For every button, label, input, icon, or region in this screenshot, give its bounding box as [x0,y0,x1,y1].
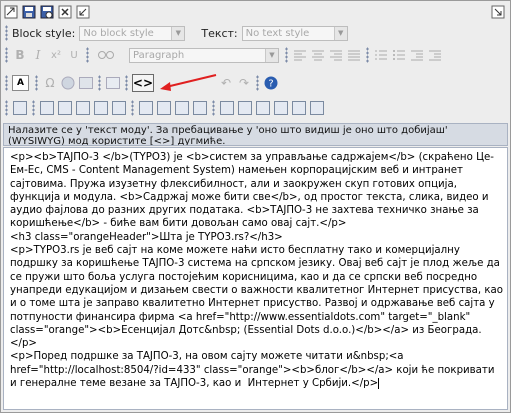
block-style-select[interactable]: No block style ▼ [79,25,186,41]
ordered-list-icon[interactable] [373,47,389,63]
col-split-icon[interactable] [192,100,208,116]
text-style-value: No text style [245,27,310,39]
cell-insert-before-icon[interactable] [237,100,253,116]
redo-edit-icon[interactable]: ↷ [236,75,252,91]
text-style-select[interactable]: No text style ▼ [241,25,348,41]
unordered-list-icon[interactable] [391,47,407,63]
editor-text: <p><b>ТАЈПО-3 </b>(TYPO3) је <b>систем з… [10,152,503,390]
image-icon[interactable] [78,75,94,91]
grip-icon [5,25,8,41]
source-toggle-icon: <> [132,76,154,90]
text-style-label: Текст: [201,26,238,40]
align-left-icon[interactable] [292,47,308,63]
grip-icon [34,75,38,91]
save-button[interactable] [21,4,37,20]
grip-icon [5,75,8,91]
outdent-icon[interactable] [409,47,425,63]
find-icon[interactable] [93,47,119,63]
chevron-down-icon: ▼ [171,26,185,40]
undo-button[interactable] [75,4,91,20]
row-insert-after-icon[interactable] [75,100,91,116]
undo-icon [76,5,90,19]
justify-icon[interactable] [346,47,362,63]
grip-icon [285,47,288,63]
toggle-mode-icon [4,5,18,19]
cell-props-icon[interactable] [219,100,235,116]
svg-text:?: ? [268,79,273,90]
source-editor[interactable]: <p><b>ТАЈПО-3 </b>(TYPO3) је <b>систем з… [3,147,508,410]
table-icon[interactable] [105,75,121,91]
row-split-icon[interactable] [111,100,127,116]
grip-icon [124,75,128,91]
row-insert-before-icon[interactable] [57,100,73,116]
source-toggle-button[interactable]: <> [131,74,154,92]
toggle-mode-button[interactable] [3,4,19,20]
row-props-icon[interactable] [39,100,55,116]
col-insert-before-icon[interactable] [138,100,154,116]
indent-icon[interactable] [427,47,443,63]
cell-merge-icon[interactable] [309,100,325,116]
cell-insert-after-icon[interactable] [255,100,271,116]
help-icon: ? [264,76,278,90]
close-button[interactable] [57,4,73,20]
forecolor-label: A [17,78,24,88]
save-view-icon [40,5,54,19]
block-style-label: Block style: [12,26,76,40]
text-caret [378,377,380,389]
col-delete-icon[interactable] [174,100,190,116]
more-icon [491,5,505,19]
grip-icon [32,100,35,116]
col-insert-after-icon[interactable] [156,100,172,116]
grip-icon [366,47,369,63]
more-button[interactable] [490,4,506,20]
grip-icon [5,47,8,63]
help-button[interactable]: ? [263,75,279,91]
special-char-icon[interactable]: Ω [42,75,58,91]
arrow-annotation [159,74,217,91]
grip-icon [5,100,8,116]
cell-split-icon[interactable] [291,100,307,116]
bold-icon[interactable]: B [12,47,28,63]
block-style-value: No block style [83,27,154,39]
link-icon[interactable] [60,75,76,91]
undo-edit-icon[interactable]: ↶ [218,75,234,91]
toolbar-row-4: A Ω <> ↶ ↷ ? [3,73,508,93]
table-props-icon[interactable] [12,100,28,116]
save-view-button[interactable] [39,4,55,20]
subscript-icon[interactable]: U [66,47,82,63]
toolbar-row-3: B I x² U Paragraph ▼ [3,47,508,63]
grip-icon [86,47,89,63]
align-center-icon[interactable] [310,47,326,63]
close-icon [58,5,72,19]
grip-icon [255,75,259,91]
grip-icon [212,100,215,116]
grip-icon [97,75,101,91]
align-right-icon[interactable] [328,47,344,63]
forecolor-button[interactable]: A [12,75,29,91]
rte-frame: Block style: No block style ▼ Текст: No … [0,0,511,413]
grip-icon [131,100,134,116]
toolbar-row-2: Block style: No block style ▼ Текст: No … [3,25,508,41]
format-value: Paragraph [133,49,185,61]
format-select[interactable]: Paragraph ▼ [129,47,279,63]
chevron-down-icon: ▼ [265,48,278,62]
toolbar-row-5 [3,100,508,116]
italic-icon[interactable]: I [30,47,46,63]
toolbar-row-1 [3,4,508,20]
save-icon [22,5,36,19]
mode-notice: Налазите се у 'текст моду'. За пребацива… [3,123,508,146]
chevron-down-icon: ▼ [333,26,347,40]
row-delete-icon[interactable] [93,100,109,116]
superscript-icon[interactable]: x² [48,47,64,63]
cell-delete-icon[interactable] [273,100,289,116]
